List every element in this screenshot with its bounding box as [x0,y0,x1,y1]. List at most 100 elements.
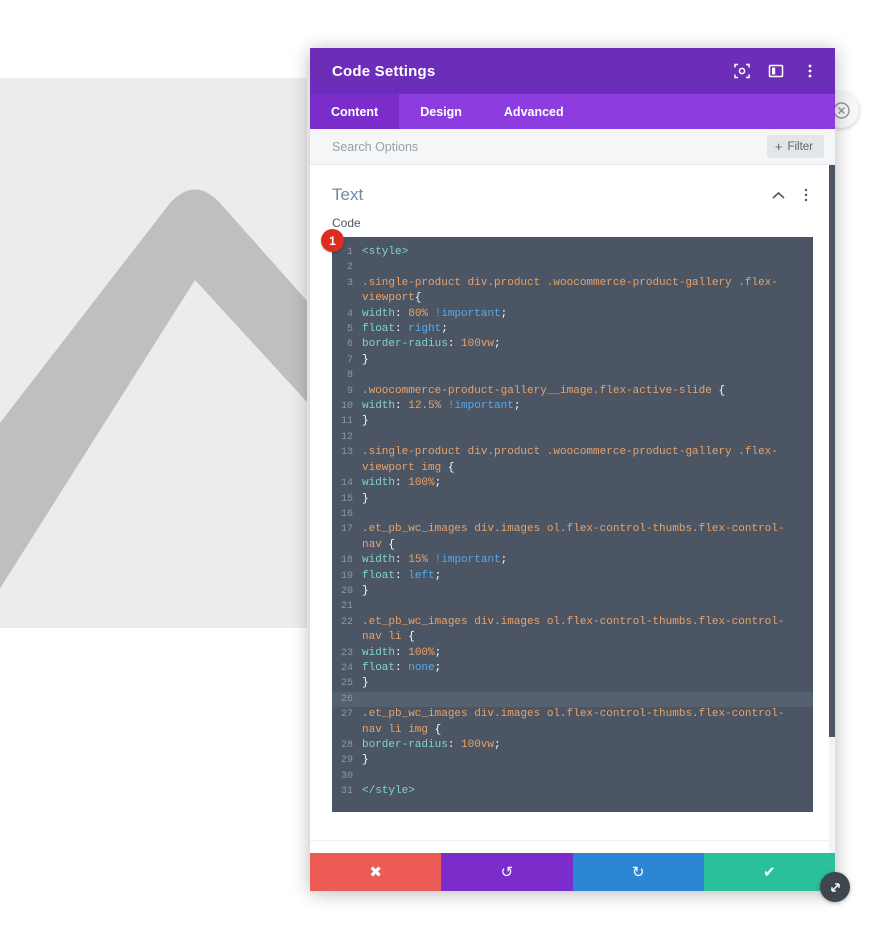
redo-button[interactable]: ↻ [572,853,704,891]
code-line-number: 4 [346,308,353,320]
code-token: float [362,661,396,674]
cancel-button[interactable]: ✖ [310,853,442,891]
section-header-text[interactable]: Text [310,165,835,214]
close-icon [832,101,850,119]
code-line-number: 17 [340,524,353,536]
code-line-number: 11 [340,416,353,428]
code-token: width [362,554,396,567]
more-options-icon[interactable] [801,62,819,80]
code-line-content: } [362,414,813,429]
code-line-content: width: 100%; [362,476,813,491]
chevron-up-icon[interactable] [771,188,785,202]
code-line: 26 [332,691,813,708]
code-token: 15% [408,554,429,567]
code-token: : [395,307,409,320]
code-line-number: 30 [340,770,353,782]
code-token: float [362,323,396,336]
code-line-number: 3 [346,277,353,289]
section-more-options-icon[interactable] [799,188,813,202]
search-input[interactable] [332,139,767,154]
code-line-number: 31 [340,786,353,798]
code-token: { [414,292,422,305]
modal-scrollbar-thumb[interactable] [829,165,835,737]
code-line-content: border-radius: 100vw; [362,337,813,352]
code-token: : [447,739,462,751]
code-line-number: 7 [346,354,353,366]
code-line: 20} [332,584,813,599]
code-line-number: 12 [340,431,353,443]
code-line: 11} [332,414,813,429]
code-line: 22 .et_pb_wc_images div.images ol.flex-co… [332,615,813,646]
tab-content[interactable]: Content [310,94,400,129]
code-token: .woocommerce-product-gallery__image.flex… [362,384,719,397]
code-token: } [362,492,369,505]
code-token: ; [434,477,442,490]
code-token: </style> [362,785,415,798]
modal-header-actions [733,62,819,80]
tab-design[interactable]: Design [399,94,483,129]
code-line-number: 18 [340,555,353,567]
code-line: 9 .woocommerce-product-gallery__image.fle… [332,384,813,399]
split-layout-icon[interactable] [767,62,785,80]
filter-button[interactable]: + Filter [766,135,824,158]
code-line: 2 [332,260,813,275]
code-settings-modal: Code Settings Content Design Advanced Se… [310,48,835,891]
code-line: 8 [332,368,813,383]
code-token: ; [500,307,508,320]
code-token: : [395,646,409,659]
code-line-number: 6 [346,339,353,351]
code-token: !important [434,554,501,567]
code-token: : [395,477,409,490]
step-badge: 1 [321,229,344,252]
code-line: 14 width: 100%; [332,476,813,491]
code-line-number: 5 [346,324,353,336]
code-line-number: 2 [346,262,353,274]
code-line-number: 13 [340,447,353,459]
code-line-content: width: 12.5% !important; [362,399,813,414]
code-token: width [362,400,396,413]
code-line: 24 float: none; [332,661,813,676]
redo-icon: ↻ [631,863,645,881]
vertical-dots-glyph [804,188,808,202]
code-line-content: width: 80% !important; [362,307,813,322]
code-token: ; [494,338,501,351]
code-line-content: } [362,753,813,768]
code-line-content: } [362,353,813,368]
code-token: right [408,323,442,336]
section-link[interactable]: Link [310,839,835,853]
modal-resize-handle[interactable] [820,872,850,902]
focus-view-icon[interactable] [733,62,751,80]
code-token: { [408,631,415,644]
modal-body: Text Code 1 1 <style> 2 3 .single-produc… [310,165,835,853]
code-line-content: float: none; [362,661,813,676]
code-line: 15} [332,492,813,507]
code-line-number: 15 [340,493,353,505]
chevron-up-glyph [771,191,785,199]
code-line: 27 .et_pb_wc_images div.images ol.flex-co… [332,707,813,738]
save-button[interactable]: ✔ [703,853,835,891]
code-editor[interactable]: 1 <style> 2 3 .single-product div.product .… [332,237,813,812]
code-line-number: 25 [340,678,353,690]
code-token: ; [434,569,442,582]
code-token: width [362,646,396,659]
code-line-content: <style> [362,245,813,260]
code-token: .single-product div.product .woocommerce… [362,276,778,305]
save-icon: ✔ [763,863,776,881]
code-token: left [408,569,435,582]
modal-scrollbar[interactable] [829,165,835,853]
vertical-dots-glyph [808,64,812,78]
tab-advanced[interactable]: Advanced [483,94,585,129]
code-line-content [362,368,813,383]
undo-button[interactable]: ↺ [441,853,573,891]
modal-footer: ✖ ↺ ↻ ✔ [310,853,835,891]
code-token: : [447,338,462,351]
focus-view-glyph [734,63,750,79]
code-token: } [362,353,369,366]
code-token: 100vw [461,338,495,351]
code-line-number: 19 [340,570,353,582]
filter-button-label: Filter [787,140,813,153]
code-line-content [362,599,813,614]
code-token: { [434,723,442,736]
